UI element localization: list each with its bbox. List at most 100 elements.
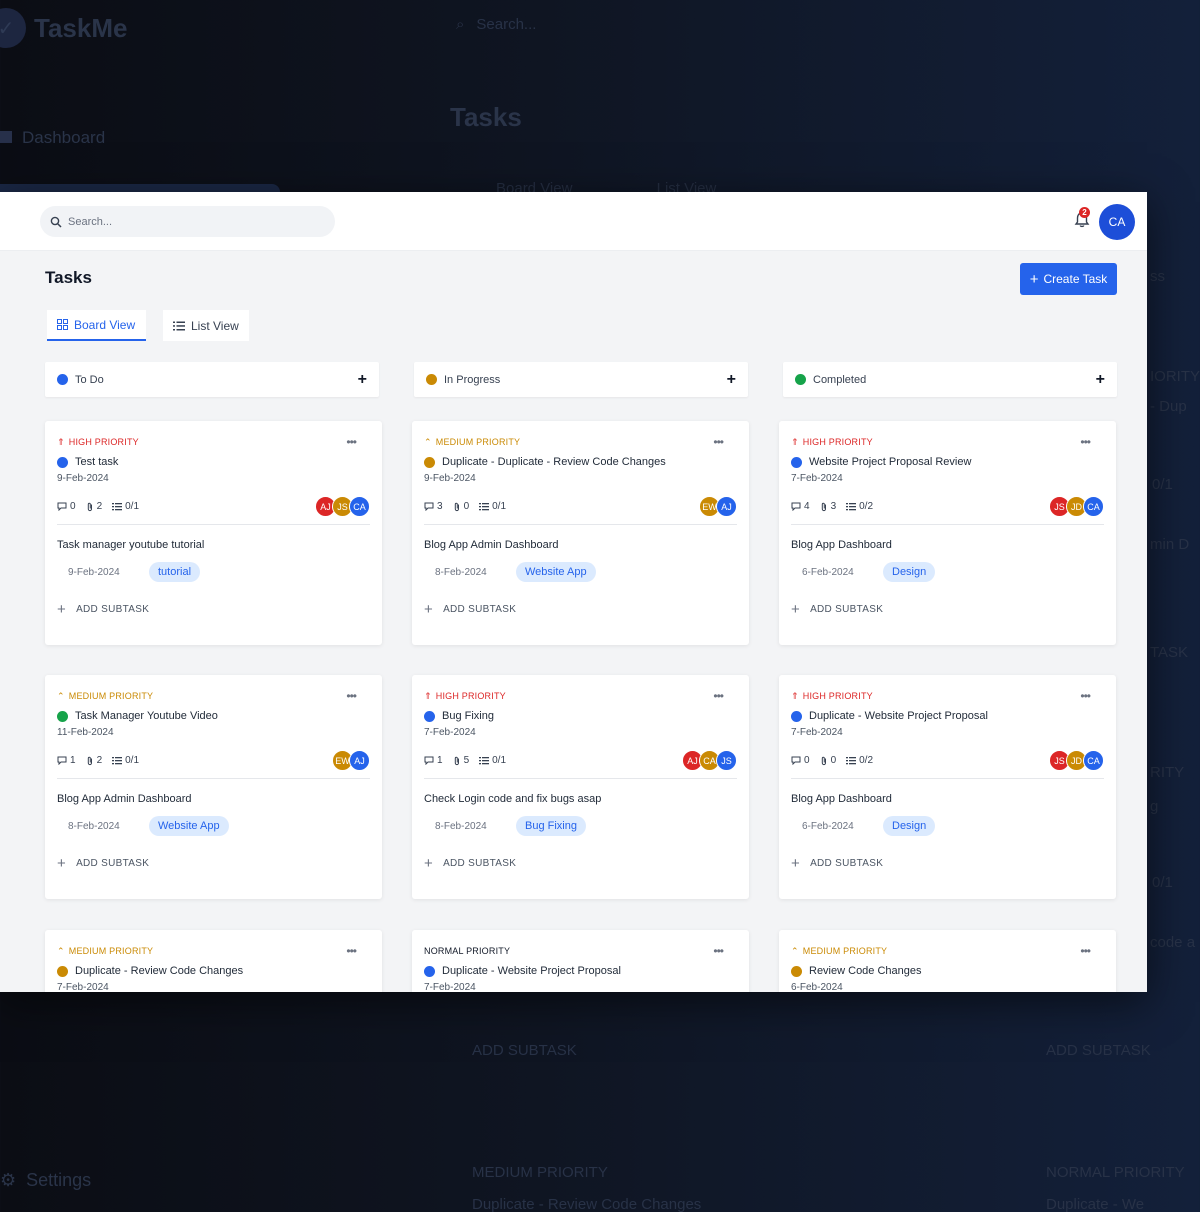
priority-icon: ⌃ — [424, 436, 432, 447]
bg-fragment: TASK — [1150, 644, 1189, 661]
task-title[interactable]: Test task — [75, 456, 118, 468]
avatar[interactable]: CA — [349, 496, 370, 517]
bg-nav-dashboard: Dashboard — [0, 128, 105, 148]
status-dot — [795, 374, 806, 385]
bg-nav-settings: ⚙ Settings — [0, 1170, 91, 1191]
more-options-icon[interactable]: ••• — [346, 689, 370, 703]
priority-text: NORMAL PRIORITY — [424, 946, 511, 956]
priority-text: MEDIUM PRIORITY — [68, 691, 154, 701]
task-title[interactable]: Review Code Changes — [809, 965, 922, 977]
task-title[interactable]: Duplicate - Website Project Proposal — [809, 710, 988, 722]
dashboard-icon — [0, 131, 12, 143]
more-options-icon[interactable]: ••• — [1080, 689, 1104, 703]
more-options-icon[interactable]: ••• — [1080, 944, 1104, 958]
checklist-icon — [479, 757, 490, 765]
more-options-icon[interactable]: ••• — [346, 944, 370, 958]
add-subtask-button[interactable]: + ADD SUBTASK — [791, 601, 1104, 618]
priority-text: HIGH PRIORITY — [802, 691, 873, 701]
checklist-icon — [846, 503, 857, 511]
create-task-button[interactable]: + Create Task — [1020, 263, 1117, 295]
subtasks-count: 0/1 — [479, 501, 506, 512]
task-card[interactable]: ⇑ HIGH PRIORITY ••• Duplicate - Website Pro… — [779, 675, 1116, 899]
subtask-title: Blog App Admin Dashboard — [57, 793, 192, 805]
plus-icon: + — [424, 601, 434, 618]
task-date: 7-Feb-2024 — [424, 982, 476, 992]
plus-icon: + — [57, 601, 67, 618]
add-subtask-button[interactable]: + ADD SUBTASK — [424, 855, 737, 872]
priority-icon: ⇑ — [791, 690, 799, 701]
bg-nav-settings-label: Settings — [26, 1170, 92, 1190]
priority-label: ⇑ HIGH PRIORITY — [791, 691, 873, 702]
tab-list-view-label: List View — [191, 318, 239, 333]
bg-fragment: 0/1 — [1152, 476, 1173, 493]
task-card[interactable]: NORMAL PRIORITY ••• Duplicate - Website Pr… — [412, 930, 749, 992]
avatar[interactable]: JS — [716, 750, 737, 771]
search-input[interactable] — [68, 215, 308, 228]
more-options-icon[interactable]: ••• — [1080, 435, 1104, 449]
task-card[interactable]: ⌃ MEDIUM PRIORITY ••• Duplicate - Duplicate… — [412, 421, 749, 645]
task-card[interactable]: ⇑ HIGH PRIORITY ••• Website Project Proposa… — [779, 421, 1116, 645]
task-card[interactable]: ⇑ HIGH PRIORITY ••• Test task 9-Feb-2024 0 2 0/… — [45, 421, 382, 645]
plus-icon: + — [791, 601, 801, 618]
task-title[interactable]: Duplicate - Website Project Proposal — [442, 965, 621, 977]
add-subtask-label: ADD SUBTASK — [443, 858, 517, 869]
task-date: 7-Feb-2024 — [791, 473, 843, 484]
add-subtask-label: ADD SUBTASK — [76, 604, 150, 615]
checklist-icon — [479, 503, 490, 511]
subtask-tag: Website App — [516, 562, 596, 582]
top-bar: 2 CA — [0, 192, 1147, 251]
task-title[interactable]: Duplicate - Duplicate - Review Code Chan… — [442, 456, 666, 468]
add-subtask-button[interactable]: + ADD SUBTASK — [424, 601, 737, 618]
task-card[interactable]: ⌃ MEDIUM PRIORITY ••• Duplicate - Review Co… — [45, 930, 382, 992]
subtask-info: 8-Feb-2024 Bug Fixing — [424, 815, 737, 837]
more-options-icon[interactable]: ••• — [713, 435, 737, 449]
task-title[interactable]: Bug Fixing — [442, 710, 494, 722]
more-options-icon[interactable]: ••• — [346, 435, 370, 449]
task-title[interactable]: Duplicate - Review Code Changes — [75, 965, 243, 977]
comment-icon — [57, 502, 67, 511]
bg-nav-dashboard-label: Dashboard — [22, 128, 106, 147]
task-card[interactable]: ⌃ MEDIUM PRIORITY ••• Task Manager Youtube … — [45, 675, 382, 899]
task-card[interactable]: ⇑ HIGH PRIORITY ••• Bug Fixing 7-Feb-2024 1 5 0… — [412, 675, 749, 899]
search-icon: ⌕ — [456, 16, 465, 33]
priority-text: HIGH PRIORITY — [802, 437, 873, 447]
task-title[interactable]: Task Manager Youtube Video — [75, 710, 218, 722]
search-box[interactable] — [40, 206, 335, 237]
comments-count: 1 — [57, 755, 76, 766]
column-header-todo: To Do + — [45, 362, 379, 397]
add-subtask-button[interactable]: + ADD SUBTASK — [57, 855, 370, 872]
more-options-icon[interactable]: ••• — [713, 689, 737, 703]
add-subtask-button[interactable]: + ADD SUBTASK — [57, 601, 370, 618]
tab-board-view[interactable]: Board View — [47, 310, 146, 341]
add-subtask-label: ADD SUBTASK — [76, 858, 150, 869]
comment-icon — [791, 502, 801, 511]
task-title[interactable]: Website Project Proposal Review — [809, 456, 971, 468]
task-card[interactable]: ⌃ MEDIUM PRIORITY ••• Review Code Changes 6-… — [779, 930, 1116, 992]
attachment-icon — [454, 502, 459, 511]
subtasks-count: 0/1 — [112, 755, 139, 766]
add-task-button[interactable]: + — [1096, 371, 1105, 389]
attachments-count: 5 — [453, 755, 469, 766]
add-subtask-button[interactable]: + ADD SUBTASK — [791, 855, 1104, 872]
priority-label: ⇑ HIGH PRIORITY — [424, 691, 506, 702]
subtask-date: 8-Feb-2024 — [435, 820, 487, 832]
attachments-count: 0 — [820, 755, 836, 766]
bg-fragment: RITY — [1150, 764, 1185, 781]
more-options-icon[interactable]: ••• — [713, 944, 737, 958]
priority-text: MEDIUM PRIORITY — [435, 437, 521, 447]
comment-icon — [791, 756, 801, 765]
settings-icon: ⚙ — [0, 1170, 17, 1190]
avatar[interactable]: AJ — [349, 750, 370, 771]
subtask-date: 6-Feb-2024 — [802, 820, 854, 832]
avatar[interactable]: CA — [1083, 496, 1104, 517]
tab-list-view[interactable]: List View — [163, 310, 249, 341]
user-avatar[interactable]: CA — [1099, 204, 1135, 240]
add-task-button[interactable]: + — [358, 371, 367, 389]
priority-text: MEDIUM PRIORITY — [802, 946, 888, 956]
column-header-in-progress: In Progress + — [414, 362, 748, 397]
search-icon — [50, 216, 62, 228]
avatar[interactable]: CA — [1083, 750, 1104, 771]
avatar[interactable]: AJ — [716, 496, 737, 517]
column-header-completed: Completed + — [783, 362, 1117, 397]
add-task-button[interactable]: + — [727, 371, 736, 389]
